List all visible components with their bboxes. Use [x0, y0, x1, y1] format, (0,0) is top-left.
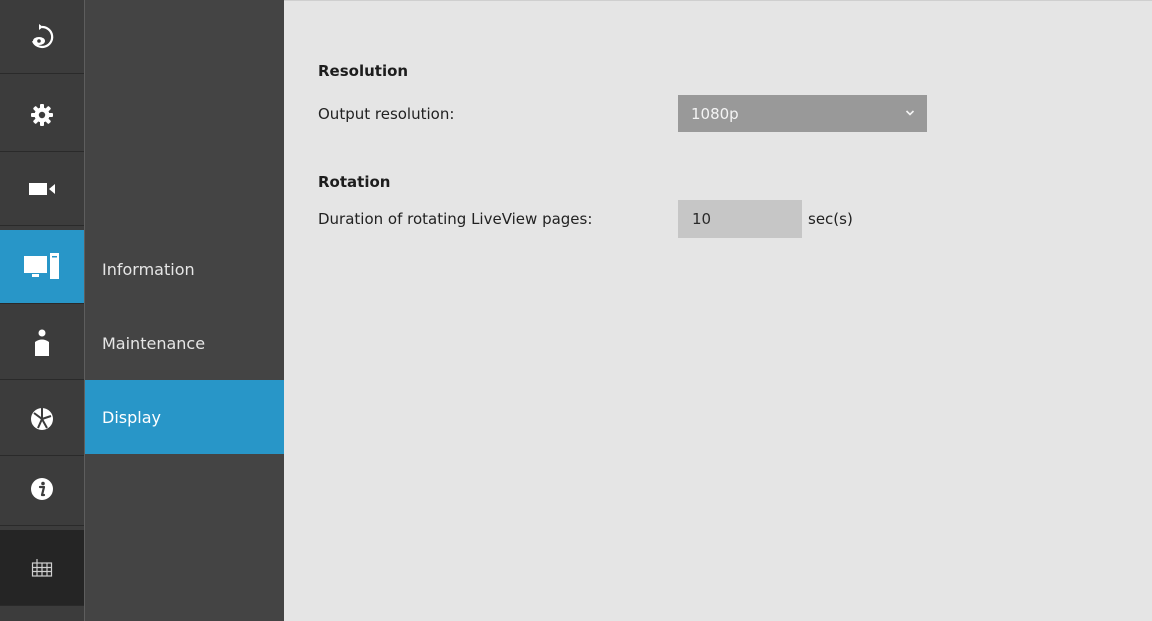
chevron-down-icon — [905, 110, 915, 116]
rail-item-network[interactable] — [0, 382, 84, 456]
rotation-duration-input[interactable]: 10 — [678, 200, 802, 238]
resolution-section-title: Resolution — [318, 62, 409, 80]
network-globe-icon — [31, 407, 53, 430]
rotation-duration-label: Duration of rotating LiveView pages: — [318, 210, 593, 228]
rotation-section-title: Rotation — [318, 173, 391, 191]
rail-item-info[interactable] — [0, 452, 84, 526]
rail-item-settings[interactable] — [0, 78, 84, 152]
rail-item-back[interactable] — [0, 0, 84, 74]
output-resolution-select[interactable]: 1080p — [678, 95, 927, 132]
camera-icon — [29, 182, 55, 195]
submenu-item-information[interactable]: Information — [85, 232, 284, 306]
output-resolution-value: 1080p — [691, 104, 739, 123]
submenu-item-maintenance[interactable]: Maintenance — [85, 306, 284, 380]
submenu-item-display[interactable]: Display — [85, 380, 284, 454]
user-icon — [35, 329, 49, 356]
app-window: Information Maintenance Display Resoluti… — [0, 0, 1152, 621]
settings-content: Resolution Output resolution: 1080p Rota… — [284, 0, 1152, 621]
rail-item-system[interactable] — [0, 230, 84, 304]
rotation-duration-unit: sec(s) — [808, 210, 853, 228]
output-resolution-label: Output resolution: — [318, 105, 455, 123]
submenu-item-label: Display — [102, 407, 161, 427]
gear-icon — [31, 103, 53, 126]
rotation-duration-value: 10 — [692, 210, 712, 228]
submenu-panel: Information Maintenance Display — [85, 0, 284, 621]
submenu-item-label: Maintenance — [102, 333, 206, 353]
rail-item-camera[interactable] — [0, 152, 84, 226]
rail-item-keyboard[interactable] — [0, 530, 84, 606]
icon-rail — [0, 0, 85, 621]
monitor-pc-icon — [24, 252, 59, 279]
submenu-item-label: Information — [102, 259, 195, 279]
rail-item-user[interactable] — [0, 306, 84, 380]
keyboard-icon — [31, 558, 53, 577]
back-eye-icon — [31, 23, 54, 48]
info-icon — [31, 477, 53, 500]
